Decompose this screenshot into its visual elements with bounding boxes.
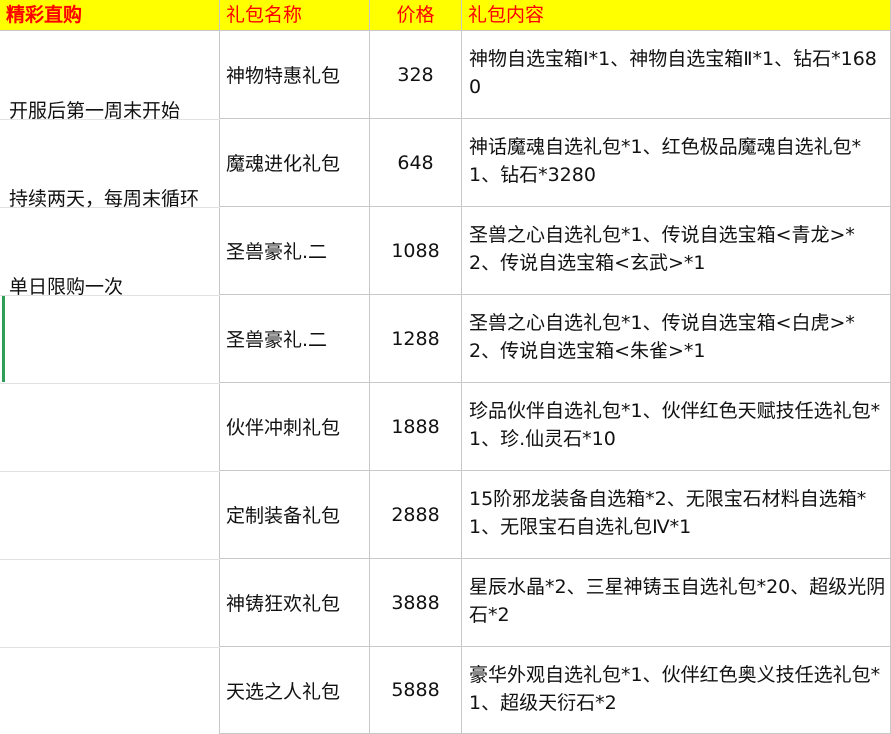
pack-content-cell[interactable]: 圣兽之心自选礼包*1、传说自选宝箱<青龙>*2、传说自选宝箱<玄武>*1 — [462, 207, 891, 295]
pack-name-cell[interactable]: 神铸狂欢礼包 — [220, 559, 370, 647]
pack-name-cell[interactable]: 天选之人礼包 — [220, 647, 370, 734]
header-cell-pack-content[interactable]: 礼包内容 — [462, 0, 891, 31]
pack-name-cell[interactable]: 定制装备礼包 — [220, 471, 370, 559]
price-cell[interactable]: 1888 — [370, 383, 462, 471]
pack-name-cell[interactable]: 伙伴冲刺礼包 — [220, 383, 370, 471]
price-cell[interactable]: 5888 — [370, 647, 462, 734]
pack-name-cell[interactable]: 圣兽豪礼.二 — [220, 295, 370, 383]
pack-content-cell[interactable]: 豪华外观自选礼包*1、伙伴红色奥义技任选礼包*1、超级天衍石*2 — [462, 647, 891, 734]
price-cell[interactable]: 648 — [370, 119, 462, 207]
pack-name-cell[interactable]: 魔魂进化礼包 — [220, 119, 370, 207]
rule-note-duration: 持续两天，每周末循环 — [9, 188, 200, 210]
pack-content-cell[interactable]: 圣兽之心自选礼包*1、传说自选宝箱<白虎>*2、传说自选宝箱<朱雀>*1 — [462, 295, 891, 383]
price-cell[interactable]: 1288 — [370, 295, 462, 383]
header-cell-section[interactable]: 精彩直购 — [0, 0, 220, 31]
header-cell-price[interactable]: 价格 — [370, 0, 462, 31]
header-cell-pack-name[interactable]: 礼包名称 — [220, 0, 370, 31]
pack-content-cell[interactable]: 神物自选宝箱Ⅰ*1、神物自选宝箱Ⅱ*1、钻石*1680 — [462, 31, 891, 119]
price-cell[interactable]: 3888 — [370, 559, 462, 647]
pack-name-cell[interactable]: 神物特惠礼包 — [220, 31, 370, 119]
gridline — [0, 471, 220, 472]
gridline — [0, 383, 220, 384]
rules-column[interactable] — [0, 31, 220, 734]
pack-content-cell[interactable]: 15阶邪龙装备自选箱*2、无限宝石材料自选箱*1、无限宝石自选礼包Ⅳ*1 — [462, 471, 891, 559]
price-cell[interactable]: 1088 — [370, 207, 462, 295]
gridline — [0, 559, 220, 560]
gridline — [0, 647, 220, 648]
selection-marker — [2, 296, 5, 382]
pack-content-cell[interactable]: 珍品伙伴自选礼包*1、伙伴红色天赋技任选礼包*1、珍.仙灵石*10 — [462, 383, 891, 471]
pack-content-cell[interactable]: 神话魔魂自选礼包*1、红色极品魔魂自选礼包*1、钻石*3280 — [462, 119, 891, 207]
spreadsheet: 精彩直购 礼包名称 价格 礼包内容 开服后第一周末开始 持续两天，每周末循环 单… — [0, 0, 891, 734]
price-cell[interactable]: 2888 — [370, 471, 462, 559]
rule-note-start: 开服后第一周末开始 — [9, 100, 181, 122]
pack-content-cell[interactable]: 星辰水晶*2、三星神铸玉自选礼包*20、超级光阴石*2 — [462, 559, 891, 647]
rule-note-limit: 单日限购一次 — [9, 276, 124, 298]
pack-name-cell[interactable]: 圣兽豪礼.二 — [220, 207, 370, 295]
price-cell[interactable]: 328 — [370, 31, 462, 119]
